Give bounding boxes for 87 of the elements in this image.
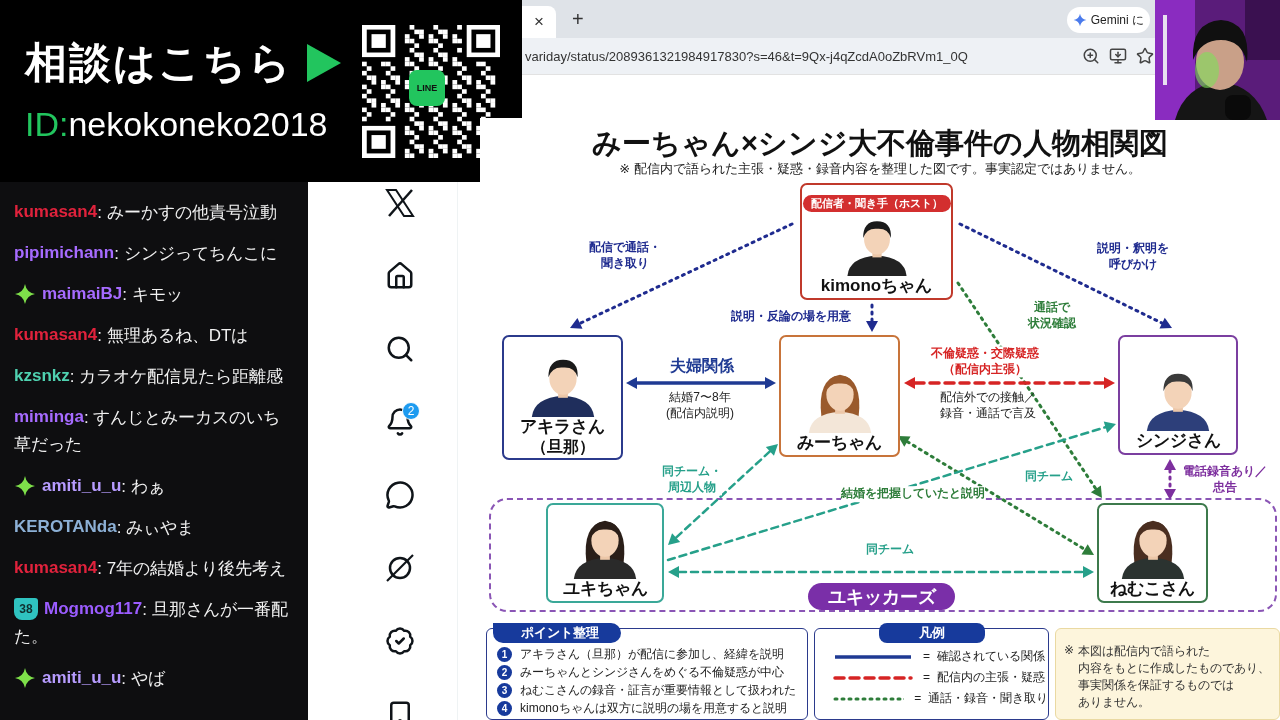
sparkle-icon bbox=[14, 283, 36, 305]
panel-title: 凡例 bbox=[878, 623, 985, 643]
relation-label: 夫婦関係 bbox=[670, 355, 734, 377]
subscriber-badge: 38 bbox=[14, 598, 38, 620]
person-name: みーちゃん bbox=[797, 433, 882, 453]
chat-message: : わぁ bbox=[121, 475, 165, 498]
diagram-subtitle: ※ 配信内で語られた主張・疑惑・録音内容を整理した図です。事実認定ではありません。 bbox=[619, 160, 1141, 178]
person-name: アキラさん bbox=[520, 417, 605, 437]
person-name: ユキちゃん bbox=[562, 579, 648, 599]
chat-username: Mogmog117 bbox=[44, 599, 143, 619]
chat-username: maimaiBJ bbox=[42, 284, 123, 304]
logo-icon bbox=[385, 189, 415, 217]
step-number: 1 bbox=[497, 646, 512, 662]
chat-message: 草だった bbox=[14, 434, 82, 456]
sparkle-icon bbox=[1072, 13, 1087, 27]
chat-message: : 無理あるね、DTは bbox=[97, 324, 249, 347]
panel-title: ポイント整理 bbox=[493, 623, 621, 643]
new-tab-button[interactable]: + bbox=[566, 7, 590, 32]
logo-badge: LINE bbox=[409, 70, 445, 106]
chat-username: KEROTANda bbox=[14, 517, 117, 537]
legend-text: = 確認されている関係 bbox=[923, 648, 1045, 665]
browser-tab[interactable]: × bbox=[522, 6, 556, 38]
chat-username: pipimichann bbox=[14, 243, 115, 263]
relation-label: 同チーム・ 周辺人物 bbox=[662, 464, 722, 496]
chat-message: : カラオケ配信見たら距離感 bbox=[69, 365, 284, 388]
install-icon[interactable] bbox=[1109, 47, 1127, 65]
relation-note: 結婚7〜8年 (配信内説明) bbox=[666, 388, 734, 422]
relation-label: 説明・反論の場を用意 bbox=[731, 309, 851, 325]
promo-heading: 相談はこちら bbox=[25, 38, 293, 88]
note-mark: ※ bbox=[1064, 643, 1075, 659]
point-text: アキラさん（旦那）が配信に参加し、経緯を説明 bbox=[520, 646, 784, 662]
play-icon bbox=[307, 44, 341, 82]
chat-message: : 7年の結婚より後先考え bbox=[97, 557, 287, 580]
search-icon bbox=[385, 334, 415, 364]
chat-message: : 旦那さんが一番配 bbox=[142, 598, 288, 621]
point-text: ねむこさんの録音・証言が重要情報として扱われた bbox=[520, 682, 796, 698]
legend-text: = 通話・録音・聞き取り bbox=[914, 690, 1048, 707]
disclaimer-text: 本図は配信内で語られた 内容をもとに作成したものであり、 事実関係を保証するものでは ありません。 bbox=[1078, 643, 1271, 711]
relation-label: 同チーム bbox=[866, 542, 914, 558]
chat-message: た。 bbox=[14, 626, 48, 648]
url-field[interactable]: variday/status/2089361321984917830?s=46&t=9Qx-j4qZcdA0oZbRVm1_0Q bbox=[525, 48, 968, 64]
sparkle-icon bbox=[14, 475, 36, 497]
group-label: ユキッカーズ bbox=[808, 583, 955, 610]
chat-username: amiti_u_u bbox=[42, 476, 122, 496]
person-name: シンジさん bbox=[1135, 431, 1221, 451]
relation-note: 配信外での接触／ 録音・通話で言及 bbox=[940, 388, 1036, 422]
relation-label: 結婚を把握していたと説明 bbox=[841, 486, 985, 502]
chat-username: kumasan4 bbox=[14, 202, 98, 222]
relation-label: 通話で 状況確認 bbox=[1028, 300, 1076, 332]
line-id: ID:nekokoneko2018 bbox=[25, 104, 329, 145]
person-name: kimonoちゃん bbox=[820, 276, 933, 296]
person-note: （旦那） bbox=[530, 437, 595, 456]
home-icon bbox=[385, 261, 415, 291]
step-number: 4 bbox=[497, 700, 512, 716]
chat-message: : シンジってちんこに bbox=[114, 242, 277, 265]
chat-bubble-icon bbox=[385, 480, 415, 510]
person-name: ねむこさん bbox=[1110, 579, 1195, 599]
zoom-icon[interactable] bbox=[1082, 47, 1100, 65]
chat-username: kumasan4 bbox=[14, 558, 98, 578]
sparkle-icon bbox=[14, 667, 36, 689]
chat-message: : キモッ bbox=[122, 283, 183, 306]
bell-icon bbox=[385, 407, 415, 437]
chat-message: : みぃやま bbox=[116, 516, 195, 539]
verified-badge-icon bbox=[385, 626, 415, 656]
star-icon[interactable] bbox=[1136, 47, 1154, 65]
chat-username: kumasan4 bbox=[14, 325, 98, 345]
chat-username: kzsnkz bbox=[14, 366, 70, 386]
legend-text: = 配信内の主張・疑惑 bbox=[923, 669, 1045, 686]
gemini-button[interactable]: Gemini に bbox=[1066, 7, 1150, 33]
relation-label: 電話録音あり／ 忠告 bbox=[1183, 464, 1267, 496]
diagram-title: みーちゃん×シンジ大不倫事件の人物相関図 bbox=[592, 126, 1168, 160]
chat-username: amiti_u_u bbox=[42, 668, 122, 688]
chat-message: : やば bbox=[121, 667, 165, 690]
chat-message: : みーかすの他責号泣動 bbox=[97, 201, 277, 224]
relation-label: 同チーム bbox=[1025, 469, 1073, 485]
slashed-circle-icon bbox=[384, 552, 416, 584]
tab-close-button[interactable]: × bbox=[534, 12, 544, 32]
step-number: 2 bbox=[497, 664, 512, 680]
chat-username: miminga bbox=[14, 407, 84, 427]
role-tag: 配信者・聞き手（ホスト） bbox=[802, 195, 951, 213]
chat-message: : すんじとみーカスのいち bbox=[83, 406, 281, 429]
relation-label: 不倫疑惑・交際疑惑 （配信内主張） bbox=[931, 346, 1039, 378]
point-text: みーちゃんとシンジさんをめぐる不倫疑惑が中心 bbox=[520, 664, 784, 680]
relation-label: 説明・釈明を 呼びかけ bbox=[1097, 241, 1169, 273]
notification-count: 2 bbox=[402, 402, 420, 420]
point-text: kimonoちゃんは双方に説明の場を用意すると説明 bbox=[520, 700, 787, 716]
step-number: 3 bbox=[497, 682, 512, 698]
